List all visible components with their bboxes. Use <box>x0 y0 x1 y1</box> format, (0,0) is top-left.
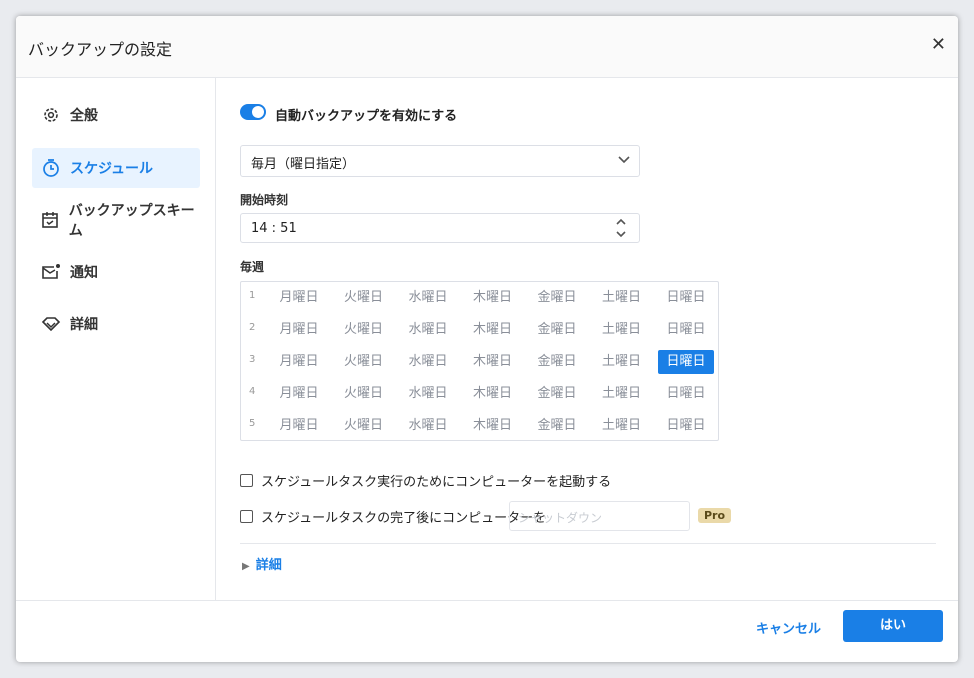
dialog-header: バックアップの設定 ✕ <box>16 16 958 78</box>
day-cell[interactable]: 金曜日 <box>529 350 585 374</box>
day-cell[interactable]: 木曜日 <box>465 350 521 374</box>
day-cell[interactable]: 木曜日 <box>465 414 521 438</box>
shutdown-select[interactable]: シャットダウン <box>509 501 690 531</box>
day-cell[interactable]: 日曜日 <box>658 350 714 374</box>
day-cell[interactable]: 火曜日 <box>336 350 392 374</box>
day-cell[interactable]: 金曜日 <box>529 286 585 310</box>
details-label: 詳細 <box>255 558 282 573</box>
week-number: 5 <box>249 418 256 429</box>
sidebar-item-backup-scheme[interactable]: バックアップスキーム <box>32 200 200 240</box>
sidebar-item-label: 通知 <box>70 265 98 281</box>
week-number: 2 <box>249 322 256 333</box>
divider <box>240 543 936 544</box>
sidebar-item-notification[interactable]: 通知 <box>32 252 200 292</box>
week-label: 毎週 <box>240 260 265 274</box>
day-cell[interactable]: 日曜日 <box>658 382 714 406</box>
day-cell[interactable]: 土曜日 <box>594 382 650 406</box>
after-task-label: スケジュールタスクの完了後にコンピューターを <box>261 511 547 526</box>
day-cell[interactable]: 金曜日 <box>529 318 585 342</box>
start-time-label: 開始時刻 <box>240 193 289 207</box>
day-cell[interactable]: 水曜日 <box>400 414 456 438</box>
caret-right-icon: ▶ <box>242 561 250 572</box>
day-cell[interactable]: 土曜日 <box>594 350 650 374</box>
dialog-footer: キャンセル はい <box>16 600 958 662</box>
calendar-check-icon <box>40 211 61 229</box>
week-row: 1 月曜日 火曜日 水曜日 木曜日 金曜日 土曜日 日曜日 <box>241 282 718 314</box>
week-row: 4 月曜日 火曜日 水曜日 木曜日 金曜日 土曜日 日曜日 <box>241 378 718 410</box>
day-cell[interactable]: 水曜日 <box>400 286 456 310</box>
day-cell[interactable]: 土曜日 <box>594 286 650 310</box>
start-time-input[interactable]: 14 : 51 <box>240 213 640 243</box>
spinner-icon[interactable] <box>615 216 627 244</box>
day-cell[interactable]: 月曜日 <box>271 286 327 310</box>
wake-computer-checkbox[interactable]: スケジュールタスク実行のためにコンピューターを起動する <box>240 471 611 490</box>
day-cell[interactable]: 日曜日 <box>658 318 714 342</box>
timer-icon <box>40 158 62 178</box>
sidebar-item-schedule[interactable]: スケジュール <box>32 148 200 188</box>
day-cell[interactable]: 金曜日 <box>529 414 585 438</box>
day-cell[interactable]: 火曜日 <box>336 382 392 406</box>
day-cell[interactable]: 月曜日 <box>271 350 327 374</box>
day-cell[interactable]: 金曜日 <box>529 382 585 406</box>
day-cell[interactable]: 火曜日 <box>336 318 392 342</box>
week-row: 5 月曜日 火曜日 水曜日 木曜日 金曜日 土曜日 日曜日 <box>241 410 718 442</box>
day-cell[interactable]: 木曜日 <box>465 382 521 406</box>
week-row: 3 月曜日 火曜日 水曜日 木曜日 金曜日 土曜日 日曜日 <box>241 346 718 378</box>
week-number: 3 <box>249 354 256 365</box>
sidebar-item-label: バックアップスキーム <box>68 203 195 239</box>
cancel-button[interactable]: キャンセル <box>756 618 821 637</box>
start-time-value: 14 : 51 <box>251 221 297 236</box>
day-cell[interactable]: 水曜日 <box>400 382 456 406</box>
day-cell[interactable]: 水曜日 <box>400 318 456 342</box>
day-cell[interactable]: 土曜日 <box>594 414 650 438</box>
day-cell[interactable]: 月曜日 <box>271 382 327 406</box>
week-number: 4 <box>249 386 256 397</box>
sidebar-item-label: 詳細 <box>70 317 98 333</box>
backup-settings-dialog: バックアップの設定 ✕ 全般 スケジュール バックアップスキーム 通知 詳細 自… <box>16 16 958 662</box>
checkbox-icon[interactable] <box>240 474 253 487</box>
sidebar-item-details[interactable]: 詳細 <box>32 304 200 344</box>
wake-computer-label: スケジュールタスク実行のためにコンピューターを起動する <box>261 475 612 490</box>
diamond-icon <box>40 316 62 332</box>
mail-icon <box>40 263 62 281</box>
week-row: 2 月曜日 火曜日 水曜日 木曜日 金曜日 土曜日 日曜日 <box>241 314 718 346</box>
dialog-title: バックアップの設定 <box>28 40 173 59</box>
day-cell[interactable]: 日曜日 <box>658 286 714 310</box>
sidebar: 全般 スケジュール バックアップスキーム 通知 詳細 <box>16 78 216 600</box>
checkbox-icon[interactable] <box>240 510 253 523</box>
sidebar-item-general[interactable]: 全般 <box>32 95 200 135</box>
pro-badge: Pro <box>698 508 732 523</box>
day-cell[interactable]: 水曜日 <box>400 350 456 374</box>
week-number: 1 <box>249 290 256 301</box>
week-day-grid: 1 月曜日 火曜日 水曜日 木曜日 金曜日 土曜日 日曜日 2 月曜日 火曜日 水曜日 木曜日 金曜日 土曜… <box>240 281 719 441</box>
day-cell[interactable]: 火曜日 <box>336 414 392 438</box>
after-task-checkbox[interactable]: スケジュールタスクの完了後にコンピューターを <box>240 507 546 526</box>
sidebar-item-label: スケジュール <box>70 161 154 177</box>
day-cell[interactable]: 火曜日 <box>336 286 392 310</box>
day-cell[interactable]: 土曜日 <box>594 318 650 342</box>
chevron-down-icon <box>617 152 631 170</box>
auto-backup-label: 自動バックアップを有効にする <box>275 109 458 124</box>
auto-backup-toggle[interactable] <box>240 104 266 120</box>
details-expander[interactable]: ▶ 詳細 <box>242 554 282 573</box>
day-cell[interactable]: 日曜日 <box>658 414 714 438</box>
frequency-select[interactable]: 毎月（曜日指定） <box>240 145 640 177</box>
close-icon[interactable]: ✕ <box>931 34 946 55</box>
sidebar-item-label: 全般 <box>70 108 98 124</box>
day-cell[interactable]: 月曜日 <box>271 318 327 342</box>
day-cell[interactable]: 木曜日 <box>465 286 521 310</box>
gear-icon <box>40 106 62 124</box>
day-cell[interactable]: 木曜日 <box>465 318 521 342</box>
ok-button[interactable]: はい <box>843 610 943 642</box>
frequency-value: 毎月（曜日指定） <box>251 157 356 172</box>
day-cell[interactable]: 月曜日 <box>271 414 327 438</box>
